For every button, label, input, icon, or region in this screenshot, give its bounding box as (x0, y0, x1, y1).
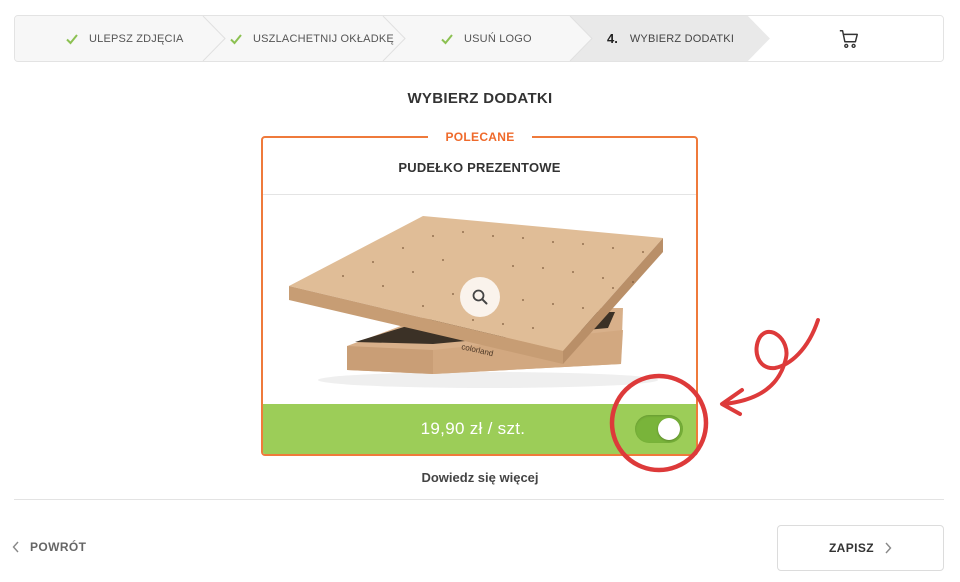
check-icon (66, 33, 78, 44)
learn-more-link[interactable]: Dowiedz się więcej (0, 470, 960, 485)
price-bar: 19,90 zł / szt. (263, 404, 696, 454)
step-improve-photos[interactable]: ULEPSZ ZDJĘCIA (65, 16, 184, 61)
step-number: 4. (607, 31, 618, 46)
addon-toggle[interactable] (635, 415, 683, 443)
divider (14, 499, 944, 500)
progress-stepper: ULEPSZ ZDJĘCIA USZLACHETNIJ OKŁADKĘ USUŃ… (14, 15, 944, 62)
chevron-left-icon (12, 541, 19, 553)
save-button[interactable]: ZAPISZ (777, 525, 944, 571)
step-choose-addons: 4. WYBIERZ DODATKI (607, 16, 734, 61)
recommended-badge: POLECANE (428, 129, 532, 145)
page-title: WYBIERZ DODATKI (407, 90, 553, 107)
step-label: USZLACHETNIJ OKŁADKĘ (253, 32, 394, 45)
step-remove-logo[interactable]: USUŃ LOGO (440, 16, 532, 61)
step-label: WYBIERZ DODATKI (629, 32, 735, 45)
pointer-arrow (722, 318, 820, 406)
save-label: ZAPISZ (828, 541, 875, 555)
chevron-right-icon (885, 542, 892, 554)
arrow-head (720, 388, 744, 416)
divider (263, 194, 696, 195)
addon-title: PUDEŁKO PREZENTOWE (398, 160, 561, 175)
step-refine-cover[interactable]: USZLACHETNIJ OKŁADKĘ (229, 16, 394, 61)
step-label: USUŃ LOGO (464, 32, 532, 45)
back-label: POWRÓT (30, 540, 87, 554)
zoom-button[interactable] (460, 277, 500, 317)
addon-price: 19,90 zł / szt. (420, 419, 526, 438)
addon-card[interactable]: PUDEŁKO PREZENTOWE colorland 19,90 zł / … (261, 136, 698, 456)
magnifier-icon (472, 289, 488, 305)
cart-icon[interactable] (838, 28, 860, 50)
step-label: ULEPSZ ZDJĘCIA (89, 32, 184, 45)
toggle-knob (658, 418, 680, 440)
back-button[interactable]: POWRÓT (12, 540, 86, 554)
check-icon (441, 33, 453, 44)
check-icon (230, 33, 242, 44)
